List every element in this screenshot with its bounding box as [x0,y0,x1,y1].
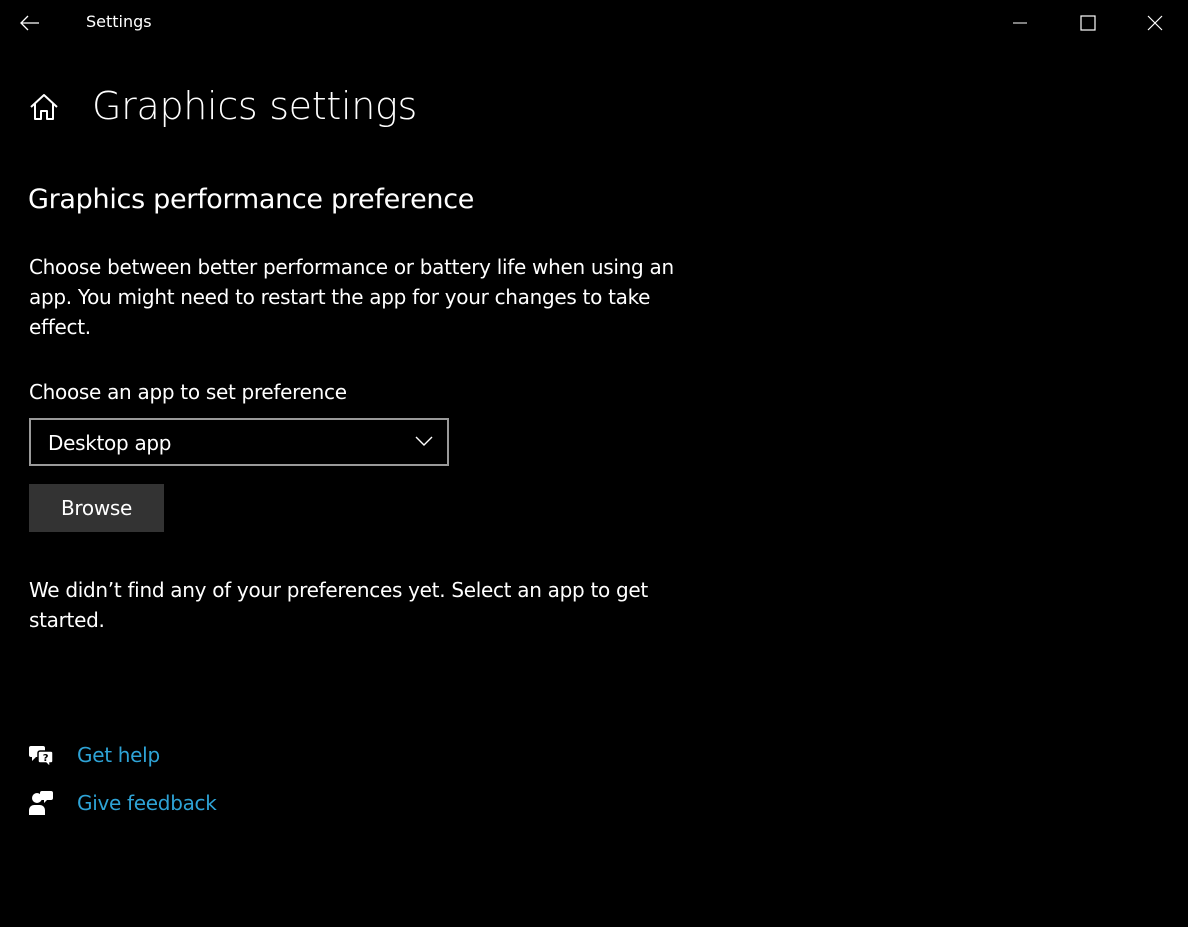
chat-help-icon: ? [28,742,54,768]
close-icon [1147,15,1163,30]
back-button[interactable] [0,0,60,45]
svg-text:?: ? [43,753,49,764]
page-title: Graphics settings [92,84,418,128]
get-help-label: Get help [77,743,160,767]
maximize-icon [1080,14,1096,31]
title-bar: Settings [0,0,1188,45]
app-chooser-label: Choose an app to set preference [29,380,347,404]
close-button[interactable] [1122,0,1188,45]
home-button[interactable] [28,92,60,122]
feedback-person-icon [28,790,54,816]
app-type-selected: Desktop app [48,431,172,455]
home-icon [30,94,58,120]
get-help-link[interactable]: ? Get help [28,740,160,770]
maximize-button[interactable] [1054,0,1122,45]
window-title: Settings [86,12,152,31]
chevron-down-icon [415,436,433,446]
section-description: Choose between better performance or bat… [29,255,674,339]
back-arrow-icon [20,15,39,30]
minimize-button[interactable] [986,0,1054,45]
minimize-icon [1013,22,1027,23]
browse-button[interactable]: Browse [29,484,164,532]
app-type-dropdown[interactable]: Desktop app [29,418,449,466]
give-feedback-label: Give feedback [77,791,217,815]
section-title: Graphics performance preference [28,184,475,215]
empty-state-message: We didn’t find any of your preferences y… [29,578,648,632]
give-feedback-link[interactable]: Give feedback [28,788,217,818]
